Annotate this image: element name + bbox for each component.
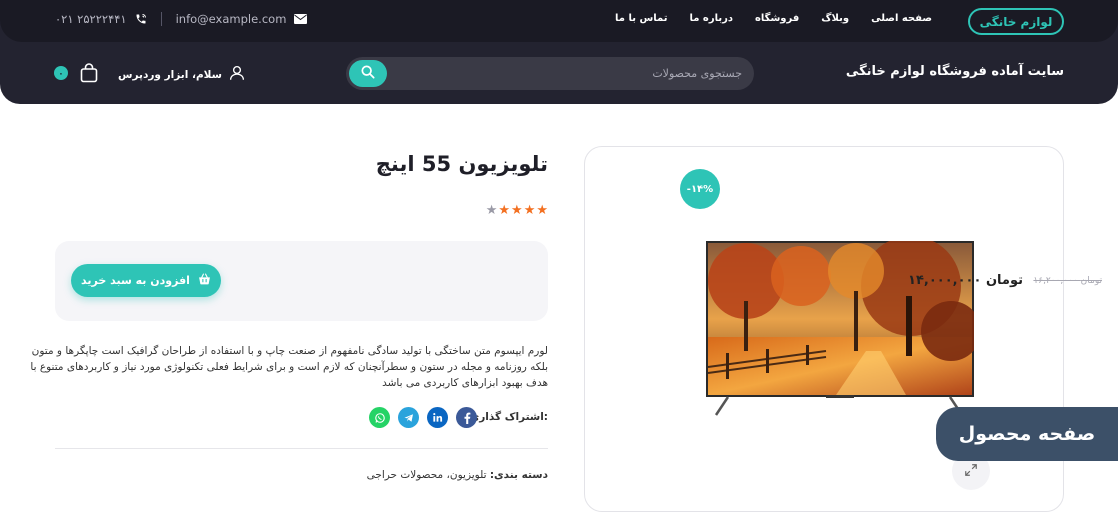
expand-icon [964,462,978,481]
top-bar: لوازم خانگی صفحه اصلی وبلاگ فروشگاه دربا… [0,0,1118,42]
search-bar [346,57,754,90]
user-greeting: سلام، ابزار وردپرس [118,68,222,81]
star-icon: ★ [536,203,548,218]
contact-divider [160,12,162,26]
nav-item-blog[interactable]: وبلاگ [821,13,849,24]
linkedin-icon[interactable] [427,407,448,428]
user-account[interactable]: سلام، ابزار وردپرس [118,64,246,85]
whatsapp-icon[interactable] [369,407,390,428]
category-links[interactable]: تلویزیون، محصولات حراجی [367,469,487,481]
discount-badge: -۱۴% [680,169,720,209]
product-title: تلویزیون 55 اینچ [375,152,548,176]
cart-icon[interactable] [80,63,98,83]
basket-icon [198,273,211,288]
nav-item-about[interactable]: درباره ما [689,13,733,24]
nav-item-home[interactable]: صفحه اصلی [871,13,932,24]
contact-info: ۰۲۱ ۲۵۲۲۲۴۴۱ info@example.com [55,12,308,26]
add-to-cart-button[interactable]: افزودن به سبد خرید [71,264,221,297]
divider [55,448,548,449]
phone-number[interactable]: ۰۲۱ ۲۵۲۲۲۴۴۱ [55,12,127,26]
search-input[interactable] [402,57,742,90]
page-tag: صفحه محصول [936,407,1118,461]
search-icon [360,64,376,84]
site-header: لوازم خانگی صفحه اصلی وبلاگ فروشگاه دربا… [0,0,1118,104]
telegram-icon[interactable] [398,407,419,428]
nav-item-shop[interactable]: فروشگاه [755,13,799,24]
search-button[interactable] [349,60,387,87]
rating-stars[interactable]: ★ ★ ★ ★ ★ [486,203,548,218]
old-price: ۱۶,۲۰۰,۰۰۰ تومان [1033,276,1102,286]
user-icon [228,64,246,85]
mail-icon [294,14,308,24]
product-image[interactable] [706,236,981,417]
email-address[interactable]: info@example.com [176,12,287,26]
share-label: اشتراک گذاری: [469,411,548,423]
site-title[interactable]: سایت آماده فروشگاه لوازم خانگی [846,64,1064,79]
star-icon: ★ [523,203,536,218]
add-to-cart-label: افزودن به سبد خرید [81,274,190,287]
category-label: دسته بندی: [489,469,548,481]
cart-count-badge: ۰ [54,66,68,80]
facebook-icon[interactable] [456,407,477,428]
star-empty-icon: ★ [485,203,498,218]
star-icon: ★ [511,203,523,218]
new-price: ۱۴,۰۰۰,۰۰۰ تومان [908,273,1023,288]
phone-icon [135,13,147,25]
nav-item-contact[interactable]: تماس با ما [615,13,667,24]
site-logo[interactable]: لوازم خانگی [968,8,1064,35]
product-categories: دسته بندی: تلویزیون، محصولات حراجی [367,469,548,481]
main-nav: صفحه اصلی وبلاگ فروشگاه درباره ما تماس ب… [615,13,932,24]
product-description: لورم ایپسوم متن ساختگی با تولید سادگی نا… [30,345,548,389]
star-icon: ★ [498,203,511,218]
share-buttons [369,407,477,428]
